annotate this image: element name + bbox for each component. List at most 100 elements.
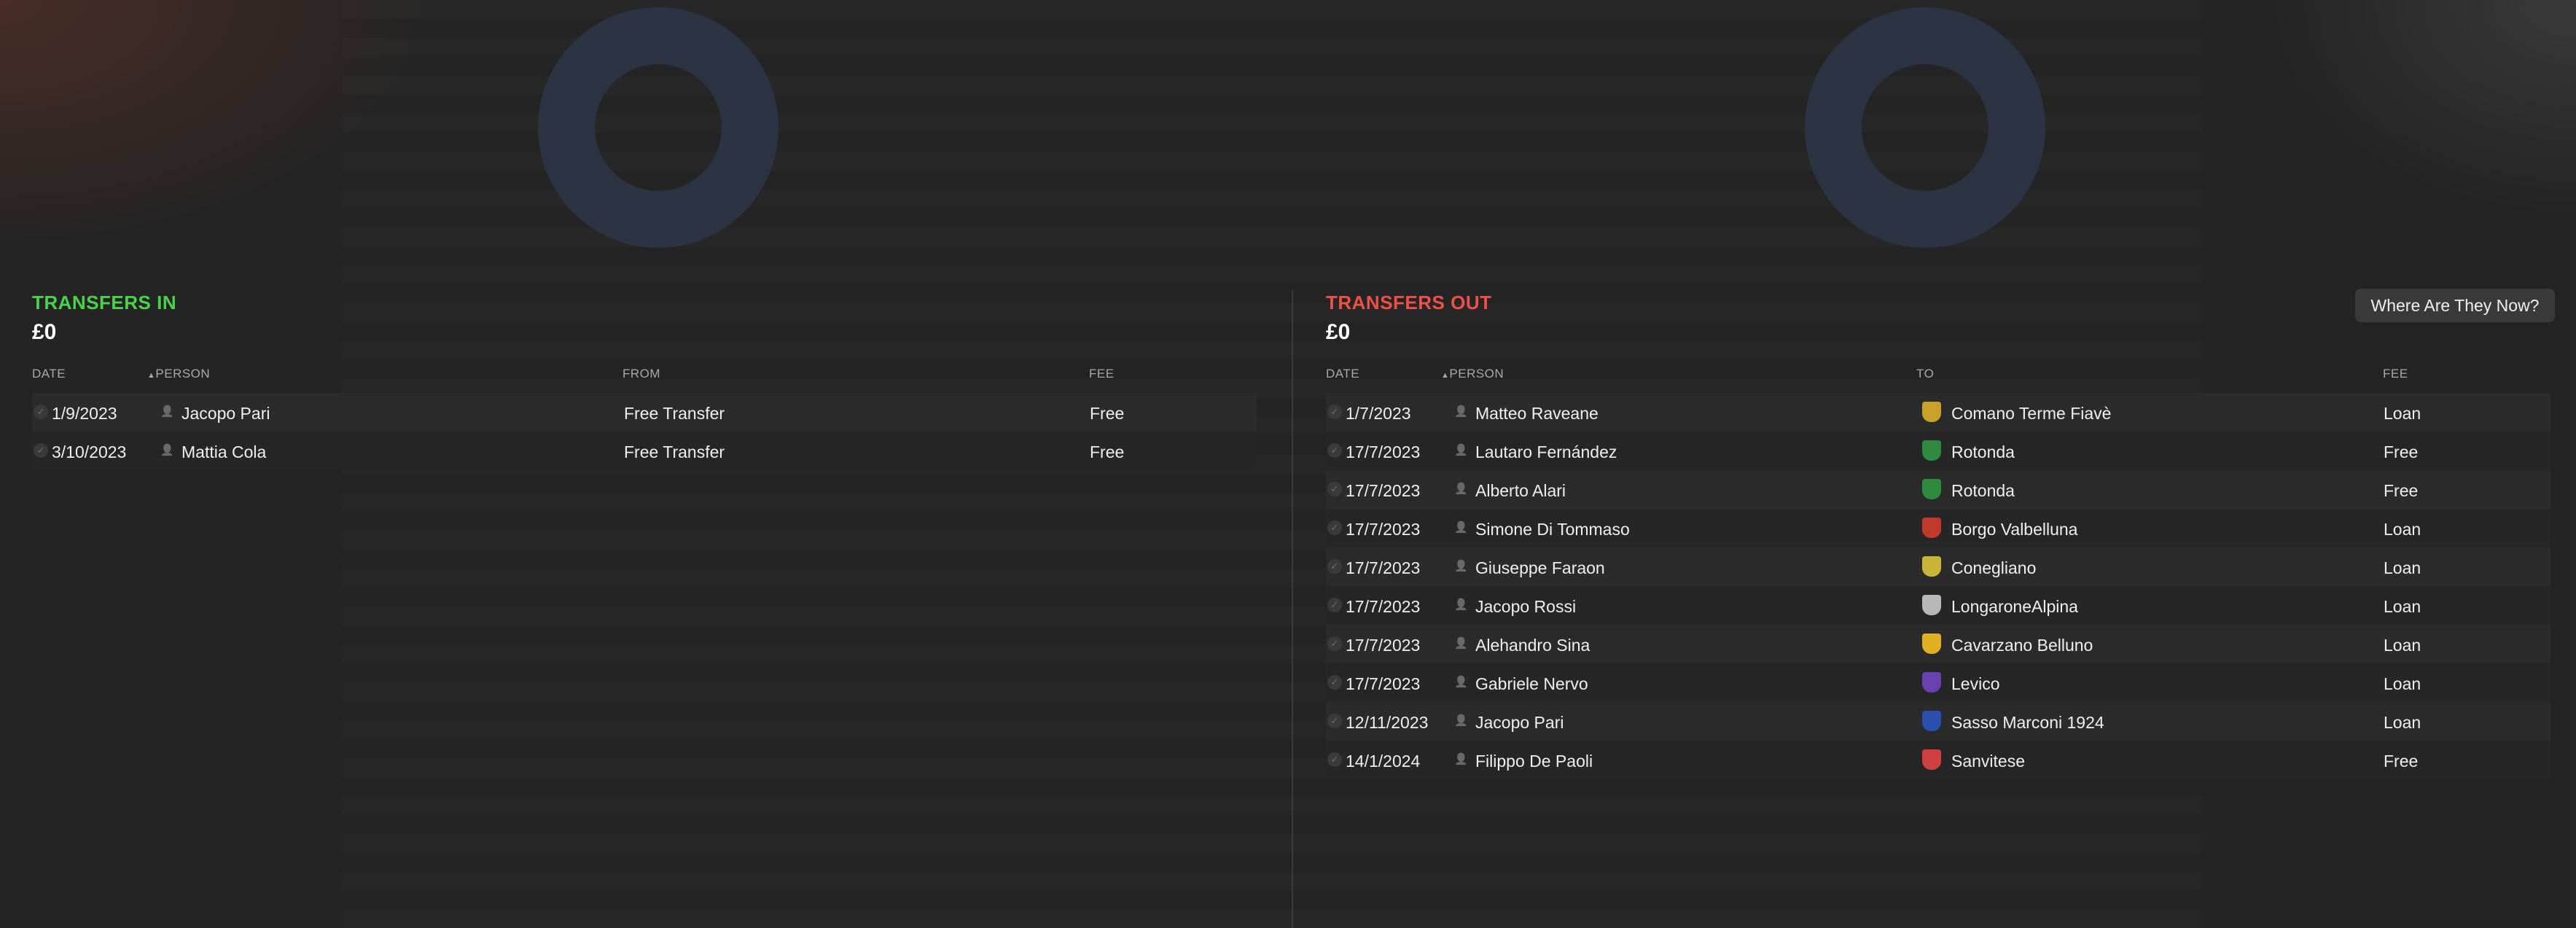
background-glow: [2212, 0, 2576, 255]
column-date[interactable]: DATE: [32, 367, 66, 381]
person-icon: 👤: [1454, 521, 1468, 534]
transfer-date: 12/11/2023: [1346, 713, 1429, 732]
club-name-link[interactable]: Cavarzano Belluno: [1951, 636, 2093, 655]
club-name-link[interactable]: Conegliano: [1951, 558, 2036, 578]
person-name-link[interactable]: Alehandro Sina: [1475, 636, 1590, 655]
table-row[interactable]: ✓ 3/10/2023 👤 Mattia Cola Free Transfer Free: [32, 432, 1257, 470]
club-name-link[interactable]: Rotonda: [1951, 442, 2015, 462]
transfer-fee: Free: [1090, 404, 1125, 423]
transfers-out-total: £0: [1326, 320, 1351, 344]
table-row[interactable]: ✓ 17/7/2023 👤 Giuseppe Faraon Conegliano Loan: [1326, 547, 2550, 586]
table-row[interactable]: ✓ 17/7/2023 👤 Jacopo Rossi LongaroneAlpina Lo…: [1326, 586, 2550, 625]
person-name-link[interactable]: Lautaro Fernández: [1475, 442, 1617, 462]
table-header: DATE ▲PERSON TO FEE: [1326, 362, 2550, 384]
club-crest-icon: [1922, 440, 1941, 461]
check-icon[interactable]: ✓: [1327, 559, 1342, 574]
table-row[interactable]: ✓ 17/7/2023 👤 Alehandro Sina Cavarzano Bellu…: [1326, 625, 2550, 663]
club-name-link[interactable]: Rotonda: [1951, 481, 2015, 501]
person-name-link[interactable]: Filippo De Paoli: [1475, 752, 1593, 771]
check-icon[interactable]: ✓: [1327, 520, 1342, 535]
person-icon: 👤: [1454, 444, 1468, 456]
person-icon: 👤: [1454, 637, 1468, 650]
club-name-link[interactable]: Sasso Marconi 1924: [1951, 713, 2104, 733]
table-row[interactable]: ✓ 1/7/2023 👤 Matteo Raveane Comano Terme Fia…: [1326, 393, 2550, 432]
person-name-link[interactable]: Simone Di Tommaso: [1475, 520, 1630, 539]
table-row[interactable]: ✓ 12/11/2023 👤 Jacopo Pari Sasso Marconi 192…: [1326, 702, 2550, 741]
column-fee[interactable]: FEE: [2383, 367, 2408, 381]
transfer-fee: Loan: [2384, 520, 2421, 539]
table-header: DATE ▲PERSON FROM FEE: [32, 362, 1257, 384]
transfer-fee: Loan: [2384, 636, 2421, 655]
transfer-date: 1/9/2023: [52, 404, 117, 423]
column-fee[interactable]: FEE: [1089, 367, 1115, 381]
transfer-date: 17/7/2023: [1346, 597, 1421, 616]
column-from[interactable]: FROM: [622, 367, 660, 381]
table-row[interactable]: ✓ 17/7/2023 👤 Simone Di Tommaso Borgo Valbel…: [1326, 509, 2550, 547]
club-crest-icon: [1922, 711, 1941, 731]
table-row[interactable]: ✓ 14/1/2024 👤 Filippo De Paoli Sanvitese Free: [1326, 741, 2550, 779]
panel-divider: [1292, 290, 1293, 928]
from-club: Free Transfer: [624, 442, 725, 461]
club-crest-icon: [1922, 672, 1941, 693]
check-icon[interactable]: ✓: [1327, 752, 1342, 767]
person-icon: 👤: [160, 405, 174, 418]
check-icon[interactable]: ✓: [1327, 405, 1342, 419]
person-name-link[interactable]: Gabriele Nervo: [1475, 674, 1588, 694]
club-crest-icon: [1922, 402, 1941, 422]
check-icon[interactable]: ✓: [1327, 714, 1342, 728]
check-icon[interactable]: ✓: [34, 405, 48, 419]
sort-up-icon: ▲: [147, 371, 156, 380]
club-badge-placeholder-icon: [538, 7, 778, 248]
club-name-link[interactable]: Levico: [1951, 674, 1999, 694]
check-icon[interactable]: ✓: [1327, 482, 1342, 496]
club-name-link[interactable]: Borgo Valbelluna: [1951, 520, 2077, 539]
check-icon[interactable]: ✓: [34, 443, 48, 458]
club-crest-icon: [1922, 633, 1941, 654]
person-icon: 👤: [1454, 598, 1468, 611]
club-crest-icon: [1922, 518, 1941, 538]
person-icon: 👤: [1454, 483, 1468, 495]
club-badge-placeholder-icon: [1805, 7, 2045, 248]
table-row[interactable]: ✓ 17/7/2023 👤 Gabriele Nervo Levico Loan: [1326, 663, 2550, 702]
where-are-they-now-button[interactable]: Where Are They Now?: [2355, 289, 2555, 322]
from-club: Free Transfer: [624, 404, 725, 423]
column-person[interactable]: ▲PERSON: [1441, 367, 1504, 381]
person-name-link[interactable]: Matteo Raveane: [1475, 404, 1599, 424]
person-icon: 👤: [160, 444, 174, 456]
transfer-date: 17/7/2023: [1346, 558, 1421, 577]
table-row[interactable]: ✓ 17/7/2023 👤 Alberto Alari Rotonda Free: [1326, 470, 2550, 509]
club-crest-icon: [1922, 556, 1941, 577]
transfer-date: 14/1/2024: [1346, 752, 1421, 771]
person-icon: 👤: [1454, 405, 1468, 418]
transfer-date: 17/7/2023: [1346, 442, 1421, 461]
check-icon[interactable]: ✓: [1327, 443, 1342, 458]
person-icon: 👤: [1454, 714, 1468, 727]
column-person[interactable]: ▲PERSON: [147, 367, 210, 381]
person-name-link[interactable]: Alberto Alari: [1475, 481, 1566, 501]
sort-up-icon: ▲: [1441, 371, 1450, 380]
person-name-link[interactable]: Jacopo Pari: [182, 404, 270, 424]
transfers-out-panel: TRANSFERS OUT £0 DATE ▲PERSON TO FEE ✓ 1/…: [1326, 292, 2550, 779]
person-name-link[interactable]: Giuseppe Faraon: [1475, 558, 1605, 578]
table-row[interactable]: ✓ 1/9/2023 👤 Jacopo Pari Free Transfer Free: [32, 393, 1257, 432]
table-row[interactable]: ✓ 17/7/2023 👤 Lautaro Fernández Rotonda Free: [1326, 432, 2550, 470]
transfer-fee: Loan: [2384, 713, 2421, 732]
person-name-link[interactable]: Jacopo Pari: [1475, 713, 1564, 733]
club-crest-icon: [1922, 595, 1941, 615]
transfer-fee: Free: [2384, 752, 2419, 771]
transfer-fee: Free: [1090, 442, 1125, 461]
person-name-link[interactable]: Mattia Cola: [182, 442, 266, 462]
check-icon[interactable]: ✓: [1327, 675, 1342, 690]
column-to[interactable]: TO: [1916, 367, 1934, 381]
check-icon[interactable]: ✓: [1327, 636, 1342, 651]
club-name-link[interactable]: Comano Terme Fiavè: [1951, 404, 2111, 424]
transfer-fee: Free: [2384, 481, 2419, 500]
column-date[interactable]: DATE: [1326, 367, 1359, 381]
club-name-link[interactable]: Sanvitese: [1951, 752, 2025, 771]
person-name-link[interactable]: Jacopo Rossi: [1475, 597, 1576, 617]
transfer-fee: Loan: [2384, 558, 2421, 577]
club-name-link[interactable]: LongaroneAlpina: [1951, 597, 2078, 617]
transfer-date: 17/7/2023: [1346, 674, 1421, 693]
check-icon[interactable]: ✓: [1327, 598, 1342, 612]
transfer-date: 1/7/2023: [1346, 404, 1411, 423]
